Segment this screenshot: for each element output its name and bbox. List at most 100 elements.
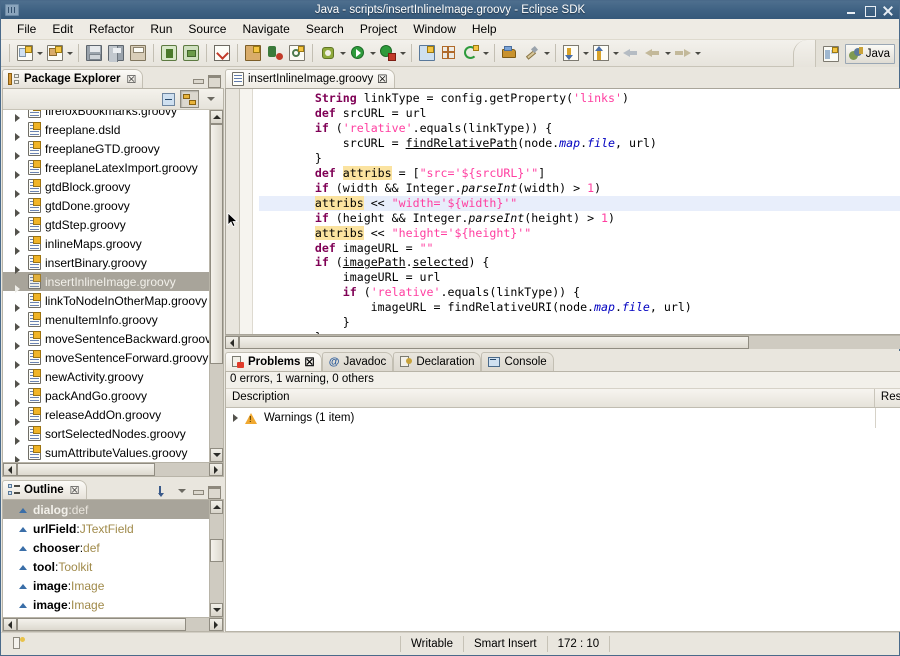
maximize-icon[interactable]	[864, 5, 875, 16]
new-groovy-class-icon[interactable]	[461, 43, 481, 63]
editor-code-area[interactable]: String linkType = config.getProperty('li…	[253, 89, 900, 334]
tree-item-gtddone-groovy[interactable]: gtdDone.groovy	[3, 196, 209, 215]
tab-problems[interactable]: Problems ☒	[225, 352, 322, 371]
coverage-dropdown-icon[interactable]	[399, 43, 407, 63]
code-line[interactable]: if (width && Integer.parseInt(width) > 1…	[259, 181, 900, 196]
code-line[interactable]: def imageURL = ""	[259, 241, 900, 256]
code-line[interactable]: srcURL = findRelativePath(node.map.file,…	[259, 136, 900, 151]
maximize-view-icon[interactable]	[207, 485, 220, 498]
close-icon[interactable]: ☒	[304, 355, 314, 369]
sort-alphabetically-icon[interactable]	[159, 484, 173, 498]
code-line[interactable]: if ('relative'.equals(linkType)) {	[259, 285, 900, 300]
new-java-class-dropdown-icon[interactable]	[66, 43, 74, 63]
new-wizard-icon[interactable]	[15, 43, 35, 63]
previous-annotation-icon[interactable]	[561, 43, 581, 63]
outline-hscrollbar[interactable]	[3, 617, 223, 631]
tree-item-freeplane-dsld[interactable]: freeplane.dsld	[3, 120, 209, 139]
scroll-right-icon[interactable]	[209, 618, 223, 631]
package-explorer-vscrollbar[interactable]	[209, 110, 223, 462]
editor-hscrollbar[interactable]	[225, 335, 900, 349]
scroll-thumb[interactable]	[239, 336, 749, 349]
code-line[interactable]: }	[259, 315, 900, 330]
search-icon[interactable]	[287, 43, 307, 63]
new-java-project-icon[interactable]	[417, 43, 437, 63]
outline-item-chooser[interactable]: chooser : def	[3, 538, 209, 557]
tree-item-gtdblock-groovy[interactable]: gtdBlock.groovy	[3, 177, 209, 196]
build-icon[interactable]	[212, 43, 232, 63]
forward-dropdown-icon[interactable]	[664, 43, 672, 63]
outline-vscrollbar[interactable]	[209, 500, 223, 617]
code-line[interactable]: }	[259, 330, 900, 334]
scroll-thumb[interactable]	[210, 539, 223, 562]
menu-item-run[interactable]: Run	[142, 20, 180, 38]
tab-console[interactable]: Console	[481, 352, 553, 371]
close-icon[interactable]	[882, 5, 893, 16]
outline-tree[interactable]: dialog : defurlField : JTextFieldchooser…	[3, 500, 209, 617]
code-line[interactable]: attribs << "height='${height}'"	[259, 226, 900, 241]
code-line[interactable]: if (imagePath.selected) {	[259, 255, 900, 270]
code-line[interactable]: def srcURL = url	[259, 106, 900, 121]
collapse-all-button[interactable]	[159, 90, 178, 108]
problems-table-body[interactable]: Warnings (1 item)	[226, 408, 900, 428]
import-icon[interactable]	[159, 43, 179, 63]
outline-item-urlfield[interactable]: urlField : JTextField	[3, 519, 209, 538]
tab-javadoc[interactable]: @ Javadoc	[322, 352, 394, 371]
code-line[interactable]: def attribs = ["src='${srcURL}'"]	[259, 166, 900, 181]
scroll-track[interactable]	[17, 618, 209, 631]
view-menu-button[interactable]	[201, 90, 220, 108]
menu-item-help[interactable]: Help	[464, 20, 505, 38]
package-explorer-hscrollbar[interactable]	[3, 462, 223, 476]
menu-item-source[interactable]: Source	[180, 20, 234, 38]
perspective-java-button[interactable]: Java	[845, 44, 895, 64]
column-header-description[interactable]: Description	[226, 389, 875, 407]
tree-item-insertbinary-groovy[interactable]: insertBinary.groovy	[3, 253, 209, 272]
scroll-left-icon[interactable]	[3, 463, 17, 476]
menu-item-project[interactable]: Project	[352, 20, 405, 38]
tree-item-insertinlineimage-groovy[interactable]: insertInlineImage.groovy	[3, 272, 209, 291]
column-header-resource[interactable]: Resource	[875, 389, 900, 407]
maximize-view-icon[interactable]	[207, 74, 220, 87]
scroll-up-icon[interactable]	[210, 110, 223, 124]
edit-task-icon[interactable]	[522, 43, 542, 63]
tab-declaration[interactable]: Declaration	[393, 352, 481, 371]
new-package-icon[interactable]	[439, 43, 459, 63]
open-task-icon[interactable]	[500, 43, 520, 63]
tab-package-explorer[interactable]: Package Explorer ☒	[2, 69, 143, 88]
edit-task-dropdown-icon[interactable]	[543, 43, 551, 63]
run-dropdown-icon[interactable]	[369, 43, 377, 63]
tab-insertinlineimage-groovy[interactable]: insertInlineImage.groovy ☒	[225, 69, 395, 88]
scroll-thumb[interactable]	[17, 463, 155, 476]
minimize-view-icon[interactable]	[191, 74, 204, 87]
tree-item-inlinemaps-groovy[interactable]: inlineMaps.groovy	[3, 234, 209, 253]
editor-vertical-ruler[interactable]	[226, 89, 240, 334]
source-code[interactable]: String linkType = config.getProperty('li…	[253, 89, 900, 334]
debug-dropdown-icon[interactable]	[339, 43, 347, 63]
tree-item-newactivity-groovy[interactable]: newActivity.groovy	[3, 367, 209, 386]
scroll-track[interactable]	[210, 514, 223, 603]
scroll-track[interactable]	[239, 336, 900, 349]
scroll-down-icon[interactable]	[210, 448, 223, 462]
menu-item-edit[interactable]: Edit	[44, 20, 81, 38]
back-icon[interactable]	[621, 43, 641, 63]
scroll-thumb[interactable]	[17, 618, 186, 631]
close-icon[interactable]: ☒	[127, 73, 137, 86]
new-groovy-dropdown-icon[interactable]	[482, 43, 490, 63]
minimize-view-icon[interactable]	[191, 485, 204, 498]
run-icon[interactable]	[348, 43, 368, 63]
next-annotation-dropdown-icon[interactable]	[612, 43, 620, 63]
expand-arrow-icon[interactable]	[232, 414, 241, 423]
view-menu-icon[interactable]	[176, 485, 188, 497]
print-icon[interactable]	[128, 43, 148, 63]
code-line[interactable]: attribs << "width='${width}'"	[259, 196, 900, 211]
scroll-thumb[interactable]	[210, 124, 223, 364]
tab-outline[interactable]: Outline ☒	[2, 480, 87, 499]
scroll-up-icon[interactable]	[210, 500, 223, 514]
menu-item-window[interactable]: Window	[405, 20, 464, 38]
outline-item-dialog[interactable]: dialog : def	[3, 500, 209, 519]
new-wizard-dropdown-icon[interactable]	[36, 43, 44, 63]
save-icon[interactable]	[84, 43, 104, 63]
outline-item-image[interactable]: image : Image	[3, 595, 209, 614]
outline-item-image[interactable]: image : Image	[3, 576, 209, 595]
problem-description-cell[interactable]: Warnings (1 item)	[226, 412, 875, 424]
close-icon[interactable]: ☒	[377, 72, 387, 86]
